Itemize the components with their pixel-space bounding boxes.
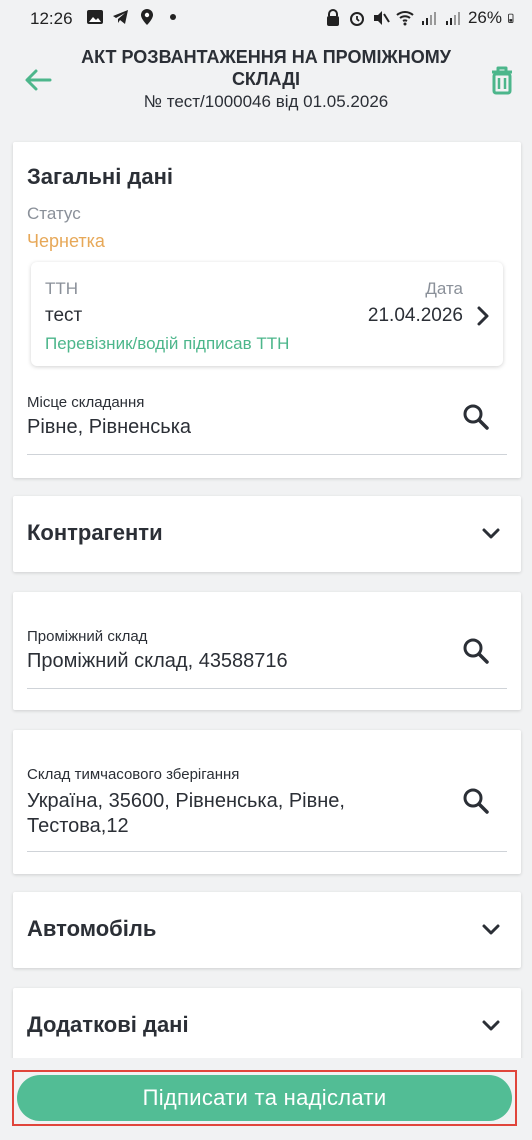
submit-highlight-frame: Підписати та надіслати bbox=[12, 1070, 517, 1126]
vehicle-title: Автомобіль bbox=[27, 916, 157, 941]
general-data-card: Загальні дані Статус Чернетка ТТН Дата т… bbox=[13, 142, 521, 478]
ttn-date-label: Дата bbox=[425, 279, 463, 298]
contractors-section[interactable]: Контрагенти bbox=[13, 496, 521, 572]
intermediate-label: Проміжний склад bbox=[27, 628, 148, 645]
extra-title: Додаткові дані bbox=[27, 1012, 189, 1037]
status-value: Чернетка bbox=[27, 231, 105, 251]
search-icon[interactable] bbox=[461, 786, 491, 816]
chevron-right-icon bbox=[477, 306, 489, 326]
status-time: 12:26 bbox=[30, 9, 73, 28]
location-icon bbox=[141, 9, 153, 25]
gallery-icon bbox=[87, 10, 103, 24]
extra-data-section[interactable]: Додаткові дані bbox=[13, 988, 521, 1064]
system-icons: 26% bbox=[324, 8, 518, 28]
notification-icons bbox=[86, 8, 176, 26]
place-underline bbox=[27, 454, 507, 455]
intermediate-warehouse-card: Проміжний склад Проміжний склад, 4358871… bbox=[13, 592, 521, 710]
signal-icon-2 bbox=[445, 12, 460, 25]
contractors-title: Контрагенти bbox=[27, 520, 163, 545]
battery-icon bbox=[508, 13, 514, 23]
status-bar: 12:26 26% bbox=[0, 0, 532, 40]
intermediate-field[interactable]: Проміжний склад, 43588716 bbox=[27, 649, 288, 674]
temporary-field[interactable]: Україна, 35600, Рівненська, Рівне, Тесто… bbox=[27, 789, 417, 839]
place-label: Місце складання bbox=[27, 394, 145, 411]
sign-and-send-button[interactable]: Підписати та надіслати bbox=[17, 1075, 512, 1121]
search-icon[interactable] bbox=[461, 402, 491, 432]
app-bar: АКТ РОЗВАНТАЖЕННЯ НА ПРОМІЖНОМУ СКЛАДІ №… bbox=[0, 40, 532, 120]
ttn-signed-status: Перевізник/водій підписав ТТН bbox=[45, 334, 290, 353]
lock-icon bbox=[326, 9, 339, 26]
chevron-down-icon[interactable] bbox=[481, 524, 501, 544]
place-field[interactable]: Рівне, Рівненська bbox=[27, 415, 191, 440]
battery-percent: 26% bbox=[467, 8, 502, 27]
temporary-underline bbox=[27, 851, 507, 852]
ttn-label: ТТН bbox=[45, 279, 79, 298]
search-icon[interactable] bbox=[461, 636, 491, 666]
document-number: № тест/1000046 від 01.05.2026 bbox=[143, 92, 389, 111]
ttn-card[interactable]: ТТН Дата тест 21.04.2026 Перевізник/воді… bbox=[31, 262, 503, 366]
alarm-icon bbox=[349, 12, 364, 26]
bottom-action-bar: Підписати та надіслати bbox=[0, 1058, 532, 1140]
ttn-value: тест bbox=[45, 305, 83, 326]
chevron-down-icon[interactable] bbox=[481, 920, 501, 940]
back-arrow-icon[interactable] bbox=[22, 64, 54, 96]
chevron-down-icon[interactable] bbox=[481, 1016, 501, 1036]
more-notifications-dot bbox=[170, 14, 176, 20]
temporary-label: Склад тимчасового зберігання bbox=[27, 766, 240, 783]
intermediate-underline bbox=[27, 688, 507, 689]
telegram-icon bbox=[113, 10, 128, 24]
mute-icon bbox=[373, 11, 390, 25]
vehicle-section[interactable]: Автомобіль bbox=[13, 892, 521, 968]
ttn-date-value: 21.04.2026 bbox=[367, 305, 463, 326]
trash-icon[interactable] bbox=[488, 64, 516, 96]
temporary-storage-card: Склад тимчасового зберігання Україна, 35… bbox=[13, 730, 521, 874]
general-heading: Загальні дані bbox=[27, 164, 174, 189]
status-label: Статус bbox=[27, 204, 81, 223]
signal-icon bbox=[421, 12, 436, 25]
page-title: АКТ РОЗВАНТАЖЕННЯ НА ПРОМІЖНОМУ СКЛАДІ bbox=[81, 47, 451, 89]
wifi-icon bbox=[396, 11, 414, 26]
